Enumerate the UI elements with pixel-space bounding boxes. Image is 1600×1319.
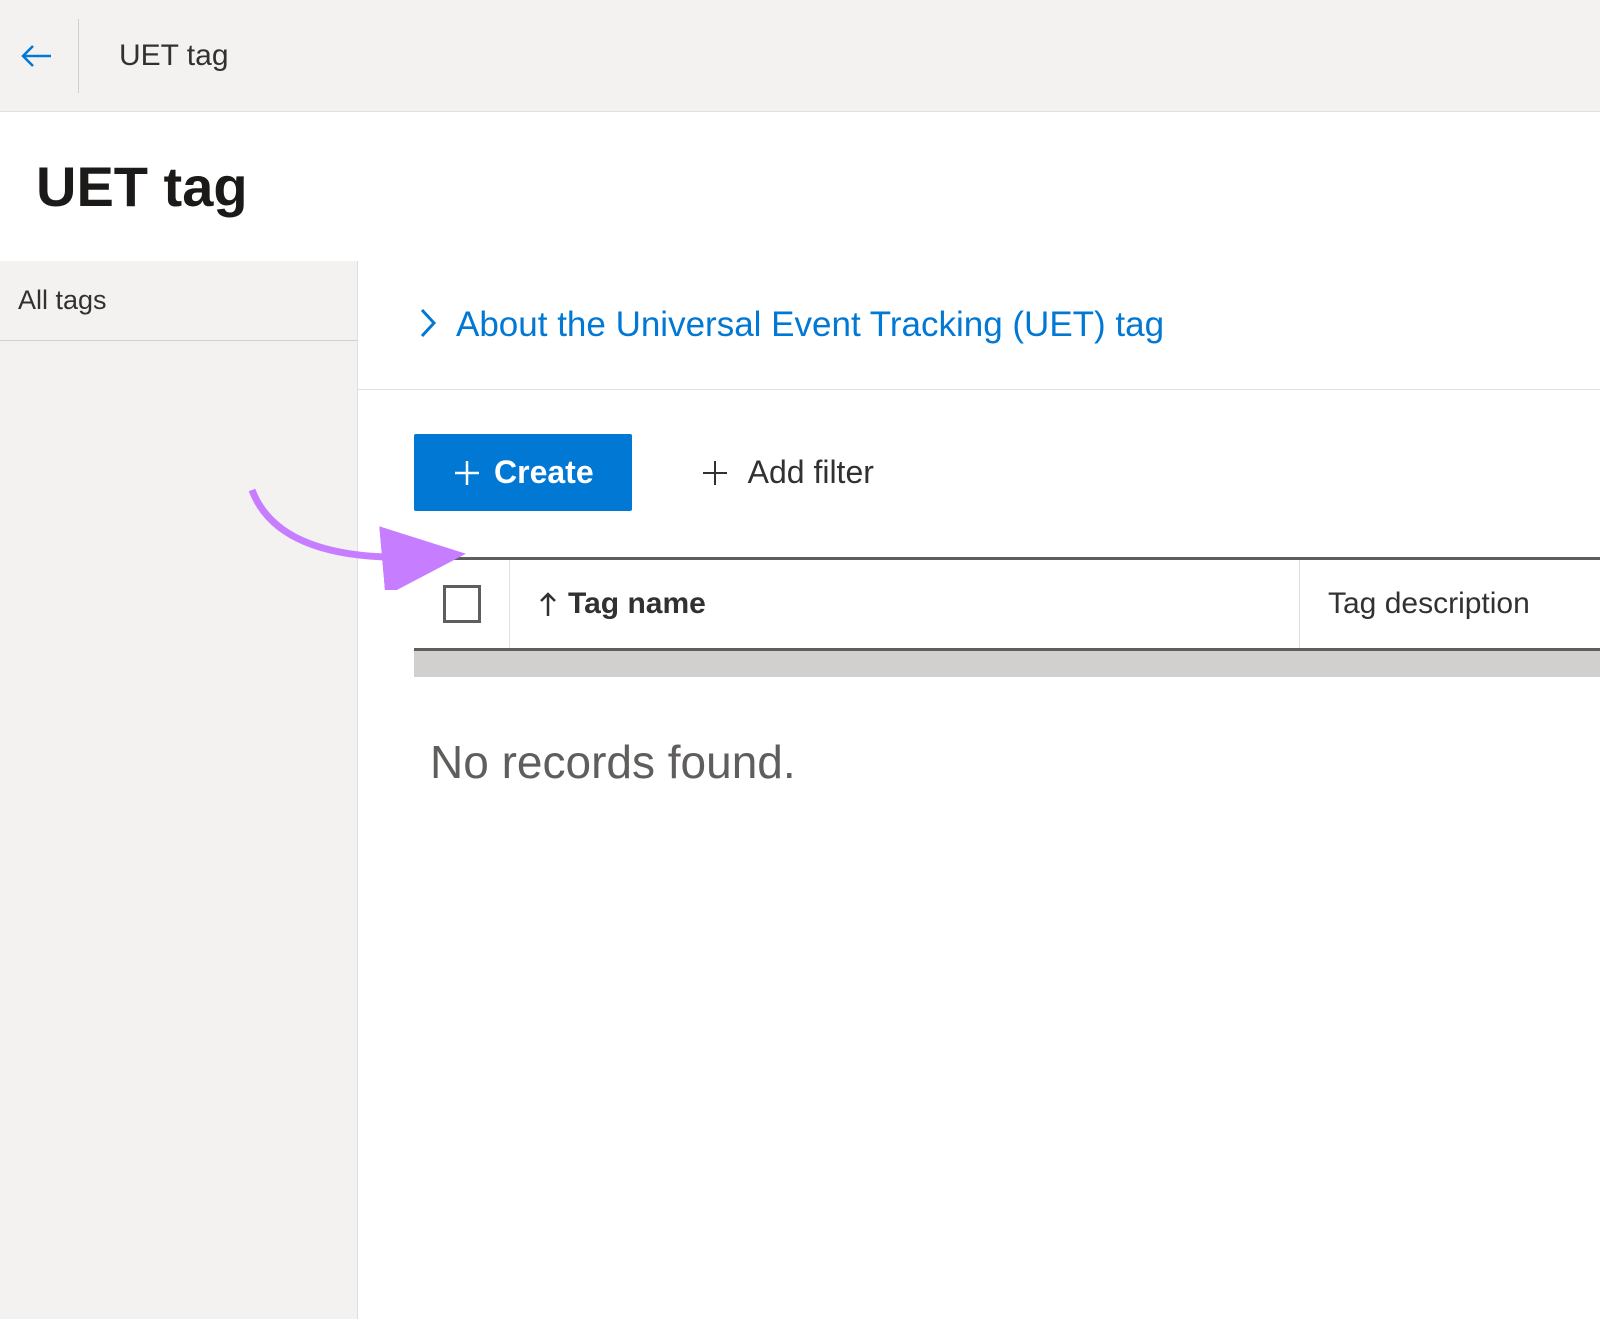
breadcrumb-bar: UET tag: [0, 0, 1600, 112]
about-uet-link[interactable]: About the Universal Event Tracking (UET)…: [456, 305, 1164, 345]
page-title-area: UET tag: [0, 112, 1600, 261]
toolbar: Create Add filter: [358, 390, 1600, 557]
table-header-checkbox-cell: [414, 560, 510, 648]
main-panel: About the Universal Event Tracking (UET)…: [358, 261, 1600, 1319]
arrow-left-icon: [19, 42, 53, 70]
back-button[interactable]: [18, 38, 54, 74]
about-section: About the Universal Event Tracking (UET)…: [358, 261, 1600, 390]
add-filter-button[interactable]: Add filter: [700, 454, 874, 491]
breadcrumb-divider: [78, 19, 79, 93]
breadcrumb-title: UET tag: [119, 39, 229, 73]
table-header-tag-description-label: Tag description: [1328, 587, 1530, 621]
table-header-tag-name[interactable]: Tag name: [510, 560, 1300, 648]
plus-icon: [452, 458, 482, 488]
table-header-tag-name-label: Tag name: [568, 587, 706, 621]
sidebar: All tags: [0, 261, 358, 1319]
table-scrollbar-track: [414, 651, 1600, 677]
create-button-label: Create: [494, 454, 594, 491]
create-button[interactable]: Create: [414, 434, 632, 511]
page-title: UET tag: [36, 154, 1600, 219]
content-area: All tags About the Universal Event Track…: [0, 261, 1600, 1319]
arrow-up-icon: [538, 590, 558, 618]
sidebar-item-all-tags[interactable]: All tags: [0, 261, 357, 341]
chevron-right-icon: [418, 306, 438, 345]
table-header-tag-description[interactable]: Tag description: [1300, 560, 1600, 648]
add-filter-label: Add filter: [748, 454, 874, 491]
plus-icon: [700, 458, 730, 488]
empty-state-message: No records found.: [358, 677, 1600, 789]
select-all-checkbox[interactable]: [443, 585, 481, 623]
table-header: Tag name Tag description: [414, 557, 1600, 651]
